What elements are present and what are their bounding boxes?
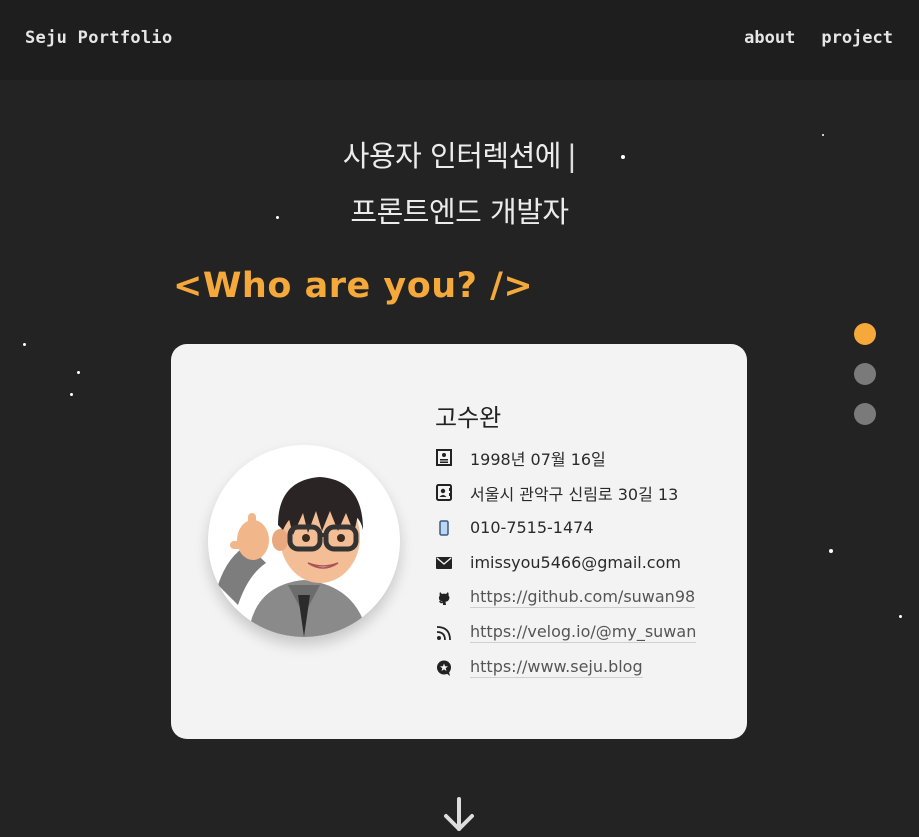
star-decoration xyxy=(829,549,833,553)
profile-info-list: 1998년 07월 16일 서울시 관악구 신림로 30길 13 010-751… xyxy=(435,440,697,685)
info-row-birthday: 1998년 07월 16일 xyxy=(435,440,696,475)
info-address: 서울시 관악구 신림로 30길 13 xyxy=(470,484,679,504)
typing-cursor: | xyxy=(566,139,577,173)
info-phone: 010-7515-1474 xyxy=(470,518,594,537)
main-nav: about project xyxy=(744,28,893,48)
hero-line-1: 사용자 인터렉션에 | xyxy=(0,133,919,175)
scroll-down-arrow-icon[interactable] xyxy=(441,797,477,833)
star-decoration xyxy=(70,393,73,396)
hero-line-2: 프론트엔드 개발자 xyxy=(350,195,569,229)
memoji-avatar-icon xyxy=(218,477,368,637)
avatar xyxy=(208,445,400,637)
star-decoration xyxy=(23,343,26,346)
section-title: <Who are you? /> xyxy=(173,266,534,306)
id-card-icon xyxy=(435,449,453,467)
star-decoration xyxy=(77,371,80,374)
star-decoration xyxy=(899,615,902,618)
hero-line-1-text: 사용자 인터렉션에 xyxy=(342,139,562,173)
info-row-blog: https://www.seju.blog xyxy=(435,650,696,685)
address-card-icon xyxy=(435,484,453,502)
info-row-github: https://github.com/suwan98 xyxy=(435,580,696,615)
nav-about-link[interactable]: about xyxy=(744,28,795,48)
profile-name: 고수완 xyxy=(435,404,502,432)
star-badge-icon xyxy=(435,659,453,677)
info-row-address: 서울시 관악구 신림로 30길 13 xyxy=(435,475,696,510)
rss-icon xyxy=(435,624,453,642)
info-email: imissyou5466@gmail.com xyxy=(470,553,681,572)
velog-link[interactable]: https://velog.io/@my_suwan xyxy=(470,622,697,643)
info-row-email: imissyou5466@gmail.com xyxy=(435,545,696,580)
profile-card: 고수완 1998년 07월 16일 서울시 관악구 신림로 30길 13 010… xyxy=(171,344,747,739)
envelope-icon xyxy=(435,554,453,572)
info-birthday: 1998년 07월 16일 xyxy=(470,449,606,469)
blog-link[interactable]: https://www.seju.blog xyxy=(470,657,643,678)
github-link[interactable]: https://github.com/suwan98 xyxy=(470,587,696,608)
page-dot-2[interactable] xyxy=(854,363,876,385)
page-dot-1[interactable] xyxy=(854,323,876,345)
mobile-phone-icon xyxy=(435,519,453,537)
info-row-velog: https://velog.io/@my_suwan xyxy=(435,615,697,650)
top-header: Seju Portfolio about project xyxy=(0,0,919,80)
brand-logo-text[interactable]: Seju Portfolio xyxy=(25,28,173,48)
page-dot-3[interactable] xyxy=(854,403,876,425)
github-icon xyxy=(435,589,453,607)
page-dots-nav xyxy=(854,323,876,425)
nav-project-link[interactable]: project xyxy=(821,28,893,48)
info-row-phone: 010-7515-1474 xyxy=(435,510,696,545)
